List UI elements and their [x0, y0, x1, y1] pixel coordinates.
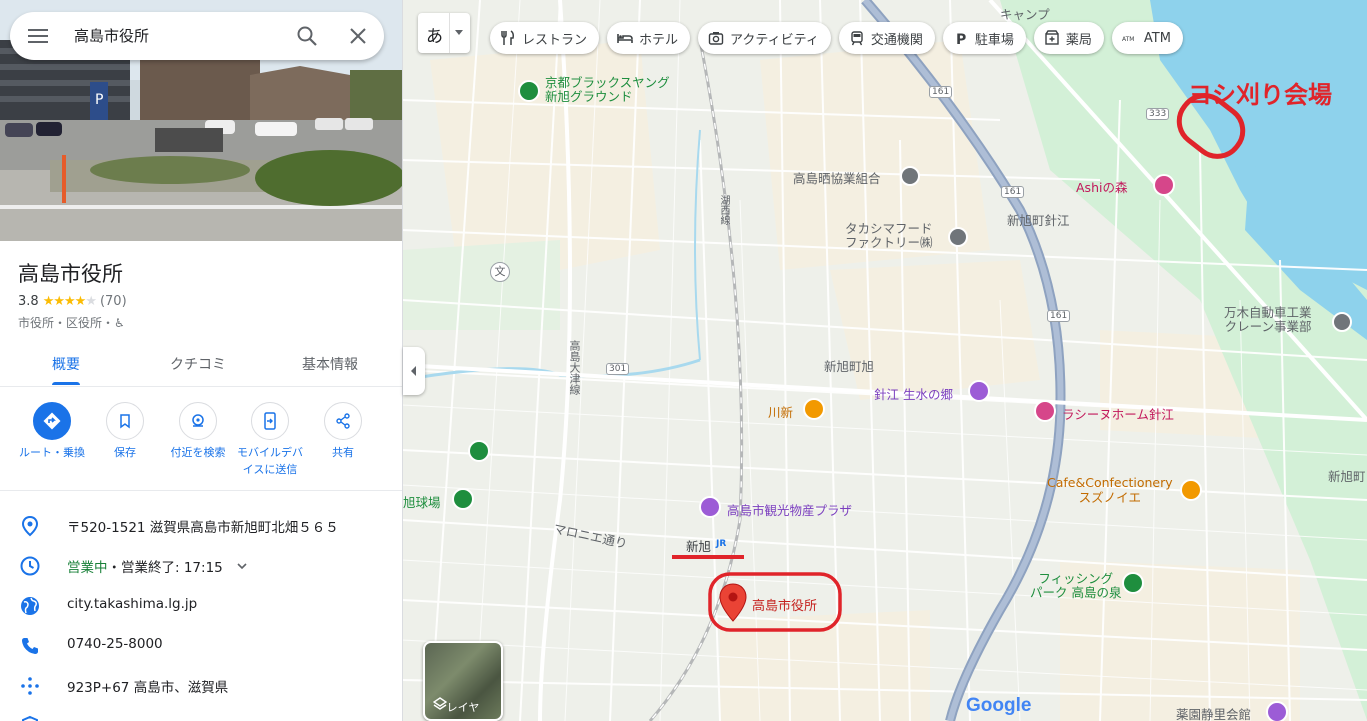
menu-icon[interactable]	[28, 26, 48, 46]
google-logo: Google	[966, 695, 1031, 717]
search-box[interactable]: 高島市役所	[10, 12, 384, 60]
tab-overview[interactable]: 概要	[6, 354, 126, 374]
clock-icon	[20, 556, 40, 576]
restaurant-icon	[501, 30, 514, 45]
send-to-phone-label-2: イスに送信	[242, 463, 298, 476]
share-icon	[336, 413, 350, 429]
atm-icon: ATM	[1122, 36, 1134, 43]
chip-parking[interactable]: P 駐車場	[942, 22, 1026, 54]
review-count[interactable]: (70)	[100, 294, 127, 309]
chip-transit[interactable]: 交通機関	[838, 22, 935, 54]
closing-time: ・営業終了: 17:15	[107, 560, 223, 576]
shield-icon	[22, 715, 38, 721]
input-method-toggle[interactable]: あ	[418, 13, 470, 53]
address-text: 〒520-1521 滋賀県高島市新旭町北畑５６５	[67, 520, 339, 536]
star-icon: ★	[64, 294, 76, 309]
share-label: 共有	[332, 446, 354, 459]
location-pin-icon	[21, 515, 39, 537]
star-icon: ★	[85, 294, 97, 309]
website-link[interactable]: city.takashima.lg.jp	[67, 596, 197, 612]
star-icon: ★	[42, 294, 55, 309]
chevron-left-icon	[411, 366, 416, 376]
chip-pharmacy[interactable]: 薬局	[1033, 22, 1104, 54]
phone-icon	[22, 638, 38, 654]
directions-label: ルート・乗換	[19, 446, 85, 459]
share-button[interactable]: 共有	[305, 402, 381, 461]
chevron-down-icon[interactable]	[236, 560, 248, 572]
camera-icon	[708, 32, 724, 45]
save-button[interactable]: 保存	[87, 402, 163, 461]
search-input[interactable]: 高島市役所	[74, 25, 149, 46]
parking-icon: P	[956, 32, 966, 46]
place-category[interactable]: 市役所・区役所・♿	[18, 314, 125, 331]
chip-restaurant[interactable]: レストラン	[490, 22, 600, 54]
tab-about[interactable]: 基本情報	[270, 354, 390, 374]
svg-text:P: P	[95, 92, 103, 108]
hours-row[interactable]: 営業中・営業終了: 17:15	[0, 545, 402, 585]
tab-reviews[interactable]: クチコミ	[138, 354, 258, 374]
svg-text:ATM: ATM	[1122, 36, 1134, 43]
layers-button[interactable]: レイヤ	[423, 641, 503, 721]
next-row[interactable]	[0, 705, 402, 721]
address-row[interactable]: 〒520-1521 滋賀県高島市新旭町北畑５６５	[0, 505, 402, 545]
hotel-icon	[617, 34, 633, 43]
star-icon: ★	[74, 294, 87, 309]
rating-row[interactable]: 3.8 ★★★★★ (70)	[18, 294, 127, 309]
rating-stars: ★★★★★	[42, 294, 97, 309]
globe-icon	[21, 597, 39, 615]
bookmark-icon	[120, 414, 130, 429]
directions-button[interactable]: ルート・乗換	[14, 402, 90, 461]
collapse-panel-button[interactable]	[403, 347, 425, 395]
place-title: 高島市役所	[18, 262, 123, 286]
search-nearby-label: 付近を検索	[170, 446, 226, 459]
place-tabs: 概要 クチコミ 基本情報	[0, 344, 402, 387]
website-row[interactable]: city.takashima.lg.jp	[0, 585, 402, 625]
pluscode-row[interactable]: 923P+67 高島市、滋賀県	[0, 665, 402, 705]
layers-label: レイヤ	[446, 701, 480, 714]
plus-code-text: 923P+67 高島市、滋賀県	[67, 680, 229, 696]
send-to-phone-icon	[264, 412, 276, 430]
plus-code-icon	[21, 677, 39, 695]
yoshi-cutting-venue-annotation: ヨシ刈り会場	[1188, 81, 1332, 109]
chip-activity[interactable]: アクティビティ	[698, 22, 831, 54]
send-to-phone-label: モバイルデバ	[237, 446, 303, 459]
pharmacy-icon	[1045, 30, 1059, 45]
category-chips: レストラン ホテル アクティビティ 交通機関 P 駐車場 薬局 ATM ATM	[490, 22, 1183, 54]
send-to-phone-button[interactable]: モバイルデバ イスに送信	[232, 402, 308, 478]
search-icon[interactable]	[296, 25, 318, 47]
hours-text: 営業中・営業終了: 17:15	[67, 556, 223, 576]
tab-underline	[52, 382, 80, 385]
svg-text:P: P	[956, 32, 966, 46]
directions-icon	[43, 412, 61, 430]
star-icon: ★	[53, 294, 65, 309]
chip-hotel[interactable]: ホテル	[607, 22, 691, 54]
google-logo-text: Google	[966, 695, 1032, 716]
rating-value: 3.8	[18, 294, 39, 309]
close-icon[interactable]	[348, 26, 368, 46]
ime-label: あ	[426, 27, 443, 47]
transit-icon	[851, 31, 863, 46]
phone-row[interactable]: 0740-25-8000	[0, 625, 402, 665]
nearby-icon	[192, 414, 204, 427]
save-label: 保存	[114, 446, 136, 459]
open-status: 営業中	[67, 560, 108, 576]
chip-atm[interactable]: ATM ATM	[1111, 22, 1183, 54]
action-bar: ルート・乗換 保存 付近を検索 モバイルデバ イスに送信 共有	[0, 398, 402, 491]
caret-down-icon[interactable]	[454, 29, 464, 37]
place-panel: P 高島市役所 高島市役所 3.8 ★★★★★ (70) 市役所・区役所・♿ 概…	[0, 0, 403, 721]
phone-number[interactable]: 0740-25-8000	[67, 636, 163, 652]
search-nearby-button[interactable]: 付近を検索	[160, 402, 236, 461]
